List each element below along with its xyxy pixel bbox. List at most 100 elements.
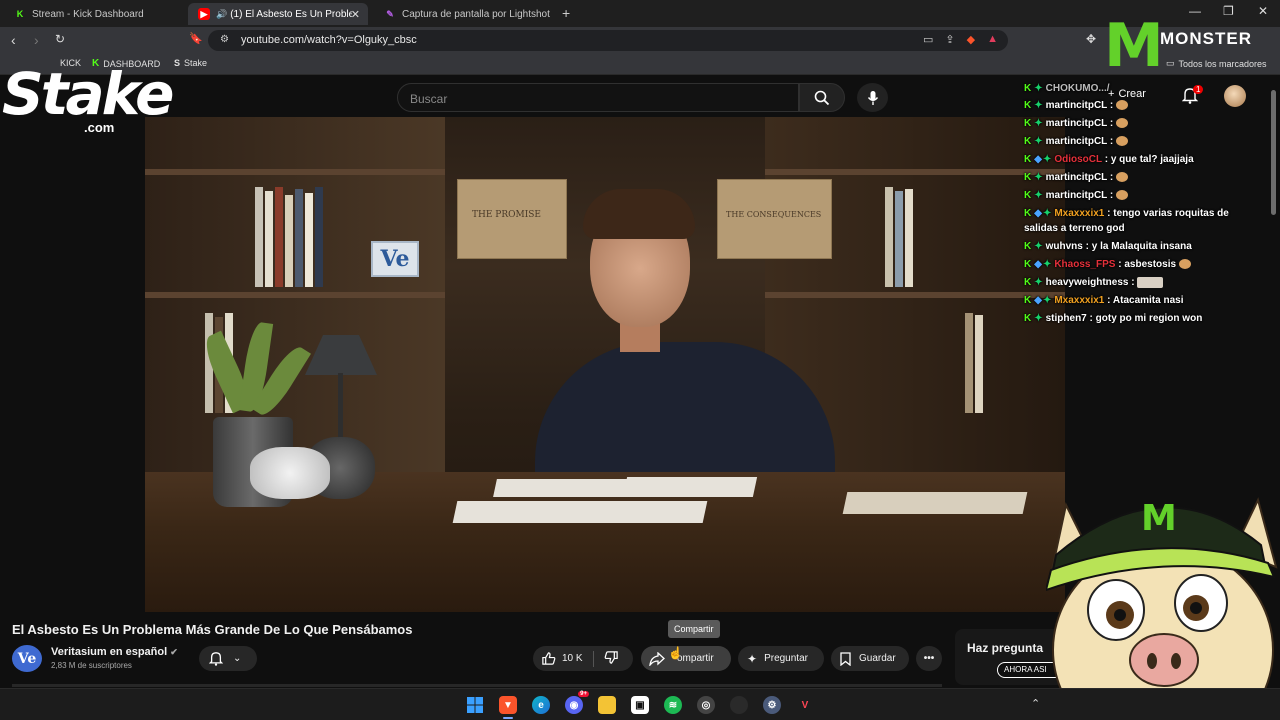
all-bookmarks[interactable]: ▭ Todos los marcadores [1166,58,1267,69]
chat-user: OdiosoCL [1054,154,1102,165]
paper [452,501,708,523]
gem-badge-icon: ✦ [1042,154,1052,165]
extensions-icon[interactable]: ✥ [1086,32,1096,46]
book [315,187,323,287]
diamond-badge-icon: ◆ [1034,154,1042,165]
lightshot-icon: ✎ [386,8,394,19]
brave-rewards-icon[interactable]: ▲ [987,33,998,46]
dislike-button[interactable] [604,650,619,668]
back-icon[interactable]: ‹ [11,32,16,48]
chevron-up-icon[interactable]: ⌃ [1031,697,1040,710]
chat-user: Mxaxxxix1 [1054,295,1105,306]
bookmark-stake[interactable]: S Stake [174,58,207,68]
bookmark-icon [840,651,851,666]
kick-badge-icon: K [1024,118,1032,129]
chat-message: K ✦ martincitpCL : [1024,98,1246,113]
gem-badge-icon: ✦ [1034,136,1043,147]
tab-kick-dashboard[interactable]: K Stream - Kick Dashboard [4,3,184,25]
search-button[interactable] [799,83,845,112]
shelf [145,292,445,298]
like-dislike-group: 10 K [533,646,633,671]
brave-shields-icon[interactable]: ◆ [967,33,975,46]
video-player[interactable]: THE PROMISE THE CONSEQUENCES Ve [145,117,1065,612]
share-icon [649,651,665,666]
brave-icon[interactable]: ▼ [499,696,517,714]
chevron-down-icon: ⌄ [233,653,242,664]
close-tab-icon[interactable]: ✕ [351,8,360,21]
ask-button[interactable]: ✦ Preguntar [738,646,824,671]
chat-message: K ✦ martincitpCL : [1024,188,1246,203]
chat-user: martincitpCL [1045,136,1108,147]
cast-icon[interactable]: ▭ [923,33,933,46]
tab-lightshot[interactable]: ✎ Captura de pantalla por Lightshot [374,3,554,25]
book [275,187,283,287]
windows-taskbar: ▼ e ◉ 9+ ▣ ≋ ◎ ⚙ V ⌃ [0,688,1280,720]
gem-badge-icon: ✦ [1034,190,1043,201]
subscription-bell-button[interactable]: ⌄ [199,646,257,671]
emote-icon [1116,172,1129,183]
bookmark-icon[interactable]: 🔖 [189,32,203,45]
address-bar[interactable]: ⚙ youtube.com/watch?v=Olguky_cbsc ▭ ⇪ ◆ … [208,30,1008,51]
settings-icon[interactable]: ⚙ [763,696,781,714]
all-bookmarks-label: Todos los marcadores [1178,58,1267,69]
edge-icon[interactable]: e [532,696,550,714]
video-title: El Asbesto Es Un Problema Más Grande De … [12,622,413,637]
section-divider [12,684,942,687]
save-label: Guardar [859,653,896,664]
chat-message: K ◆✦ OdiosoCL : y que tal? jaajjaja [1024,154,1194,165]
chat-user: wuhvns [1045,241,1083,252]
emote-icon [1116,190,1129,201]
cat-mascot-overlay: M [1046,497,1278,720]
discord-icon[interactable]: ◉ 9+ [565,691,589,714]
new-tab-button[interactable]: + [562,5,570,21]
lamp-stem [338,373,343,443]
chat-user: heavyweightness [1045,277,1129,288]
voice-search-button[interactable] [857,83,888,112]
windows-icon[interactable] [466,696,484,714]
reload-icon[interactable]: ↻ [55,32,65,46]
valorant-icon[interactable]: V [796,696,814,714]
mouse-cursor-icon: ☝ [668,646,683,660]
stream-chat-overlay: K ✦ CHOKUMO.../ K ✦ martincitpCL : K ✦ martinc… [1022,83,1248,334]
bookmark-label: Stake [184,58,208,68]
bell-icon [209,652,223,666]
search-icon [814,90,830,105]
cardboard-box-left: THE PROMISE [457,179,567,259]
channel-name[interactable]: Veritasium en español ✔ [51,646,178,658]
kick-badge-icon: K [1024,100,1032,111]
book [975,315,983,413]
spotify-icon[interactable]: ≋ [664,696,682,714]
search-input[interactable]: Buscar [397,83,799,112]
cat-emote-icon [1178,259,1191,270]
subscriber-count: 2,83 M de suscriptores [51,661,132,670]
page-scrollbar[interactable] [1271,90,1276,215]
gem-badge-icon: ✦ [1042,208,1052,219]
divider [592,650,594,667]
chat-text: Atacamita nasi [1112,295,1184,306]
obs-icon[interactable]: ◎ [697,696,715,714]
emote-icon [1116,100,1129,111]
tab-youtube-video[interactable]: ▶ 🔊 (1) El Asbesto Es Un Problema ✕ [188,3,368,25]
forward-icon[interactable]: › [34,32,39,48]
channel-avatar[interactable]: Ve [12,645,42,672]
like-button[interactable]: 10 K [541,651,583,666]
kick-badge-icon: K [1024,136,1032,147]
share-icon[interactable]: ⇪ [945,33,954,46]
thumbs-down-icon [604,650,618,664]
book [265,191,273,287]
gem-badge-icon: ✦ [1034,277,1043,288]
browser-toolbar: ‹ › ↻ 🔖 ⚙ youtube.com/watch?v=Olguky_cbs… [0,27,1280,54]
share-button[interactable]: ompartir [641,646,731,671]
respirator-filter [250,447,330,499]
more-actions-button[interactable]: ••• [916,646,942,671]
more-icon: ••• [923,653,935,664]
emote-icon [1116,136,1129,147]
diamond-badge-icon: ◆ [1034,208,1042,219]
chat-message: K ◆✦ Mxaxxxix1 : tengo varias roquitas de … [1024,208,1229,234]
file-explorer-icon[interactable] [598,696,616,714]
site-info-icon[interactable]: ⚙ [220,34,229,45]
steam-icon[interactable] [730,696,748,714]
save-button[interactable]: Guardar [831,646,909,671]
camera-icon[interactable]: ▣ [631,696,649,714]
audio-icon[interactable]: 🔊 [216,9,227,20]
